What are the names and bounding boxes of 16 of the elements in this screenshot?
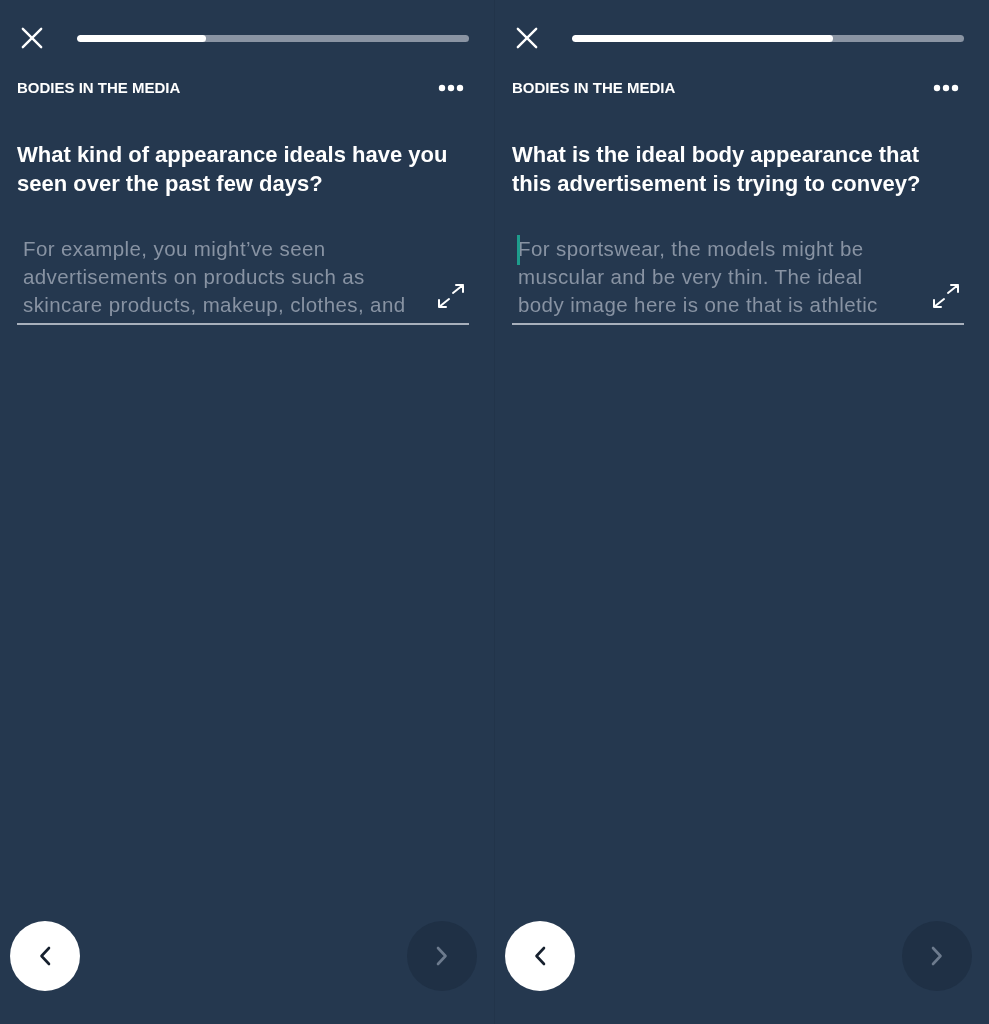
question-text: What is the ideal body appearance that this advertisement is trying to convey?	[512, 141, 922, 198]
question-text: What kind of appearance ideals have you seen over the past few days?	[17, 141, 449, 198]
answer-field[interactable]: For sportswear, the models might be muscular and be very thin. The ideal body image here is one that is athletic	[512, 235, 964, 325]
chevron-left-icon	[39, 946, 51, 966]
close-icon	[515, 27, 539, 49]
more-icon	[933, 84, 959, 92]
chevron-left-icon	[534, 946, 546, 966]
close-icon	[20, 27, 44, 49]
expand-icon[interactable]	[437, 283, 465, 309]
category-title: BODIES IN THE MEDIA	[17, 78, 181, 98]
answer-field[interactable]: For example, you might’ve seen advertisements on products such as skincare products, makeup, clothes, and	[17, 235, 469, 325]
category-title: BODIES IN THE MEDIA	[512, 78, 676, 98]
chevron-right-icon	[436, 946, 448, 966]
expand-icon[interactable]	[932, 283, 960, 309]
more-icon	[438, 84, 464, 92]
chevron-right-icon	[931, 946, 943, 966]
